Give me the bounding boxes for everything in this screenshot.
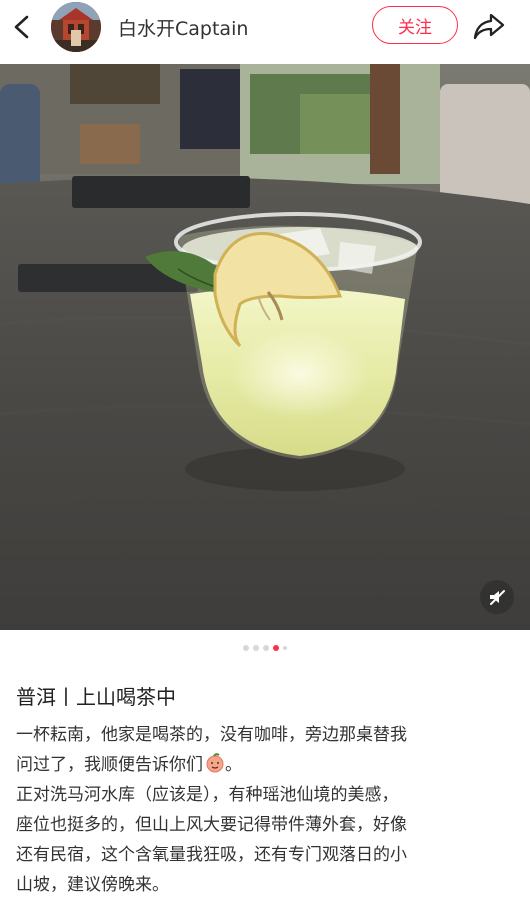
post-line: 正对洗马河水库（应该是），有种瑶池仙境的美感，: [16, 785, 399, 805]
author-name[interactable]: 白水开Captain: [118, 14, 248, 41]
speaker-mute-icon: [490, 590, 505, 605]
carousel-dot[interactable]: [243, 645, 249, 651]
post-line-with-emoji: 问过了，我顺便告诉你们 。: [16, 750, 518, 780]
post-line: 座位也挺多的，但山上风大要记得带件薄外套，好像: [16, 815, 407, 835]
carousel-indicator: [0, 643, 530, 653]
post-photo[interactable]: [0, 64, 530, 630]
post-line: 问过了，我顺便告诉你们: [16, 755, 203, 775]
carousel-dot[interactable]: [283, 646, 287, 650]
post-line: 山坡，建议傍晚来。: [16, 875, 169, 895]
post-line: 。: [225, 755, 242, 775]
carousel-dot-active[interactable]: [273, 645, 279, 651]
chevron-left-icon: [14, 15, 29, 39]
post-line: 还有民宿，这个含氧量我狂吸，还有专门观落日的小: [16, 845, 407, 865]
post-title: 普洱丨上山喝茶中: [16, 685, 176, 709]
author-avatar[interactable]: [51, 2, 101, 52]
peach-face-emoji-icon: [206, 753, 224, 773]
avatar-image: [51, 2, 101, 52]
drink-photo-illustration: [0, 64, 530, 630]
follow-button[interactable]: 关注: [372, 6, 458, 44]
mute-button[interactable]: [480, 580, 514, 614]
share-arrow-icon: [473, 13, 505, 40]
post-line: 一杯耘南，他家是喝茶的，没有咖啡，旁边那桌替我: [16, 725, 407, 745]
back-button[interactable]: [8, 12, 38, 42]
carousel-dot[interactable]: [263, 645, 269, 651]
share-button[interactable]: [472, 10, 506, 42]
carousel-dot[interactable]: [253, 645, 259, 651]
top-bar: 白水开Captain 关注: [0, 0, 530, 64]
post-body: 一杯耘南，他家是喝茶的，没有咖啡，旁边那桌替我 问过了，我顺便告诉你们 。 正对…: [16, 720, 518, 900]
